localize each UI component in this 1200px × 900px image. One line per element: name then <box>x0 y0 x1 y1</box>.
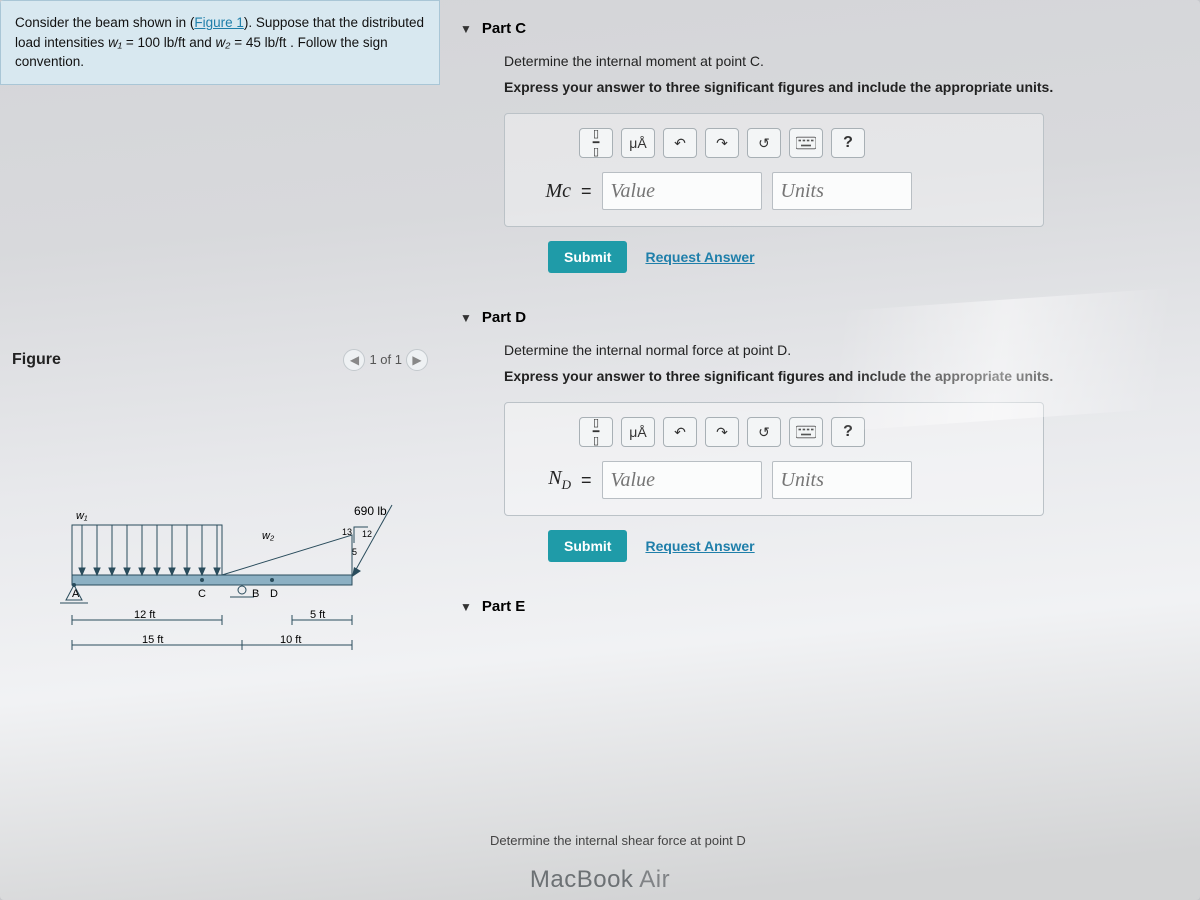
svg-text:10 ft: 10 ft <box>280 634 301 646</box>
svg-text:12 ft: 12 ft <box>134 609 155 621</box>
units-tool-button[interactable]: μÅ <box>621 417 655 447</box>
collapse-icon: ▼ <box>460 22 472 36</box>
equation-label-nd: ND <box>519 467 571 493</box>
submit-button-c[interactable]: Submit <box>548 241 627 273</box>
part-c-instruction: Determine the internal moment at point C… <box>504 53 1180 69</box>
value-input-d[interactable] <box>602 461 762 499</box>
part-c-title: Part C <box>482 20 526 37</box>
part-e-instruction-cut: Determine the internal shear force at po… <box>490 833 746 848</box>
value-input-c[interactable] <box>602 172 762 210</box>
svg-text:5 ft: 5 ft <box>310 609 325 621</box>
part-e-header[interactable]: ▼ Part E <box>460 592 1180 621</box>
svg-text:C: C <box>198 588 206 600</box>
part-c-format: Express your answer to three significant… <box>504 79 1180 95</box>
submit-button-d[interactable]: Submit <box>548 530 627 562</box>
device-label: MacBook Air <box>0 866 1200 894</box>
part-d-answer-box: ▯━▯ μÅ ↶ ↷ ↺ ? ND = <box>504 402 1044 516</box>
svg-text:12: 12 <box>362 529 372 539</box>
part-e-title: Part E <box>482 598 525 615</box>
problem-statement: Consider the beam shown in (Figure 1). S… <box>0 0 440 85</box>
part-d-instruction: Determine the internal normal force at p… <box>504 342 1180 358</box>
fraction-tool-button[interactable]: ▯━▯ <box>579 128 613 158</box>
equation-label-mc: Mc <box>519 180 571 203</box>
beam-diagram: w₁ w₂ C A B D 690 lb <box>52 455 412 675</box>
request-answer-link-c[interactable]: Request Answer <box>645 249 754 265</box>
redo-button[interactable]: ↷ <box>705 128 739 158</box>
svg-text:A: A <box>72 588 80 600</box>
svg-text:5: 5 <box>352 547 357 557</box>
collapse-icon: ▼ <box>460 600 472 614</box>
svg-text:w₂: w₂ <box>262 530 275 542</box>
part-d-format: Express your answer to three significant… <box>504 368 1180 384</box>
undo-button[interactable]: ↶ <box>663 417 697 447</box>
figure-counter: 1 of 1 <box>369 352 402 367</box>
undo-button[interactable]: ↶ <box>663 128 697 158</box>
keyboard-button[interactable] <box>789 128 823 158</box>
part-d-header[interactable]: ▼ Part D <box>460 303 1180 332</box>
figure-title: Figure <box>12 351 61 369</box>
units-tool-button[interactable]: μÅ <box>621 128 655 158</box>
figure-panel: Figure ◀ 1 of 1 ▶ <box>0 345 440 675</box>
units-input-d[interactable] <box>772 461 912 499</box>
part-c-answer-box: ▯━▯ μÅ ↶ ↷ ↺ ? Mc = <box>504 113 1044 227</box>
help-button[interactable]: ? <box>831 128 865 158</box>
part-c-header[interactable]: ▼ Part C <box>460 14 1180 43</box>
fraction-tool-button[interactable]: ▯━▯ <box>579 417 613 447</box>
svg-text:B: B <box>252 588 259 600</box>
redo-button[interactable]: ↷ <box>705 417 739 447</box>
reset-button[interactable]: ↺ <box>747 128 781 158</box>
keyboard-button[interactable] <box>789 417 823 447</box>
figure-next-button[interactable]: ▶ <box>406 349 428 371</box>
svg-text:D: D <box>270 588 278 600</box>
svg-text:13: 13 <box>342 527 352 537</box>
collapse-icon: ▼ <box>460 311 472 325</box>
problem-text: Consider the beam shown in ( <box>15 15 194 30</box>
part-d-title: Part D <box>482 309 526 326</box>
figure-prev-button[interactable]: ◀ <box>343 349 365 371</box>
reset-button[interactable]: ↺ <box>747 417 781 447</box>
figure-link[interactable]: Figure 1 <box>194 15 244 30</box>
help-button[interactable]: ? <box>831 417 865 447</box>
units-input-c[interactable] <box>772 172 912 210</box>
request-answer-link-d[interactable]: Request Answer <box>645 538 754 554</box>
svg-text:w₁: w₁ <box>76 510 88 522</box>
svg-text:15 ft: 15 ft <box>142 634 163 646</box>
svg-text:690 lb: 690 lb <box>354 504 387 518</box>
